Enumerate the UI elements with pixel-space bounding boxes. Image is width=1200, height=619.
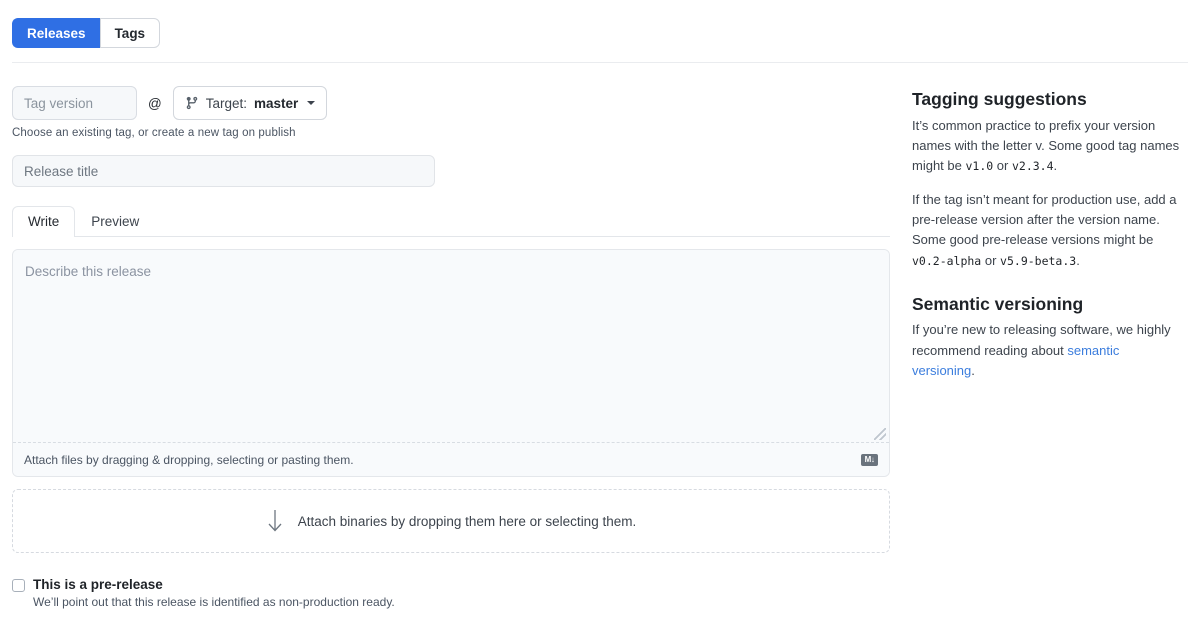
- tag-version-row: @ Target: master: [12, 86, 890, 120]
- target-branch-dropdown[interactable]: Target: master: [172, 86, 328, 120]
- semantic-versioning-heading: Semantic versioning: [912, 293, 1084, 314]
- tagging-suggestions-paragraph-2: If the tag isn’t meant for production us…: [912, 190, 1184, 271]
- tagging-p2-text-c: .: [1076, 252, 1080, 268]
- target-value: master: [254, 95, 299, 111]
- semver-text-a: If you’re new to releasing software, we …: [912, 322, 1171, 358]
- tab-preview[interactable]: Preview: [75, 206, 155, 237]
- tagging-p1-text-c: .: [1053, 158, 1058, 174]
- tab-releases-label: Releases: [27, 25, 86, 41]
- target-label: Target:: [205, 95, 247, 111]
- prerelease-description: We’ll point out that this release is ide…: [33, 595, 395, 609]
- tab-write-label: Write: [28, 214, 60, 229]
- releases-tagnav: Releases Tags: [12, 18, 161, 48]
- release-body-textarea-wrap: [13, 250, 889, 442]
- tagging-p1-code-1: v1.0: [965, 159, 994, 174]
- semver-text-b: .: [971, 362, 975, 378]
- release-form-main: @ Target: master Choose an existing tag,…: [12, 86, 890, 609]
- tagging-sidebar: Tagging suggestions It’s common practice…: [912, 88, 1184, 381]
- tagging-suggestions-heading: Tagging suggestions: [912, 89, 1087, 109]
- at-separator: @: [148, 95, 162, 111]
- semantic-versioning-paragraph: If you’re new to releasing software, we …: [912, 320, 1184, 380]
- tab-tags[interactable]: Tags: [99, 18, 161, 48]
- arrow-down-icon: [266, 508, 284, 534]
- git-branch-icon: [185, 96, 199, 110]
- release-body-box: Attach files by dragging & dropping, sel…: [12, 249, 890, 477]
- prerelease-label[interactable]: This is a pre-release: [33, 577, 395, 592]
- write-preview-tabs: Write Preview: [12, 206, 890, 237]
- tab-tags-label: Tags: [114, 25, 146, 41]
- tagging-p2-code-1: v0.2-alpha: [912, 253, 982, 268]
- tag-hint-text: Choose an existing tag, or create a new …: [12, 127, 296, 139]
- markdown-icon[interactable]: M↓: [861, 453, 878, 466]
- tag-version-input[interactable]: [12, 86, 137, 120]
- tab-preview-label: Preview: [91, 214, 140, 229]
- release-form-page: Releases Tags @ Target: master Choose an…: [0, 0, 1200, 619]
- header-divider: [12, 62, 1188, 63]
- tab-releases[interactable]: Releases: [12, 18, 100, 48]
- tagging-p1-code-2: v2.3.4: [1011, 159, 1054, 174]
- tab-write[interactable]: Write: [12, 206, 76, 237]
- chevron-down-icon: [307, 101, 316, 105]
- prerelease-checkbox[interactable]: [12, 579, 25, 592]
- release-title-input[interactable]: [12, 155, 435, 187]
- tagging-p1-text-b: or: [993, 158, 1012, 174]
- prerelease-text-group: This is a pre-release We’ll point out th…: [33, 577, 395, 609]
- binaries-dropzone-text: Attach binaries by dropping them here or…: [297, 513, 637, 529]
- tagging-p2-text-a: If the tag isn’t meant for production us…: [912, 192, 1177, 248]
- release-body-footer: Attach files by dragging & dropping, sel…: [13, 442, 889, 476]
- binaries-dropzone[interactable]: Attach binaries by dropping them here or…: [12, 489, 890, 553]
- prerelease-row: This is a pre-release We’ll point out th…: [12, 577, 890, 609]
- release-body-textarea[interactable]: [13, 250, 889, 442]
- tagging-p2-code-2: v5.9-beta.3: [1000, 253, 1077, 268]
- tagging-suggestions-paragraph-1: It’s common practice to prefix your vers…: [912, 116, 1184, 176]
- tagging-p2-text-b: or: [981, 252, 1001, 268]
- attach-files-text: Attach files by dragging & dropping, sel…: [24, 452, 354, 467]
